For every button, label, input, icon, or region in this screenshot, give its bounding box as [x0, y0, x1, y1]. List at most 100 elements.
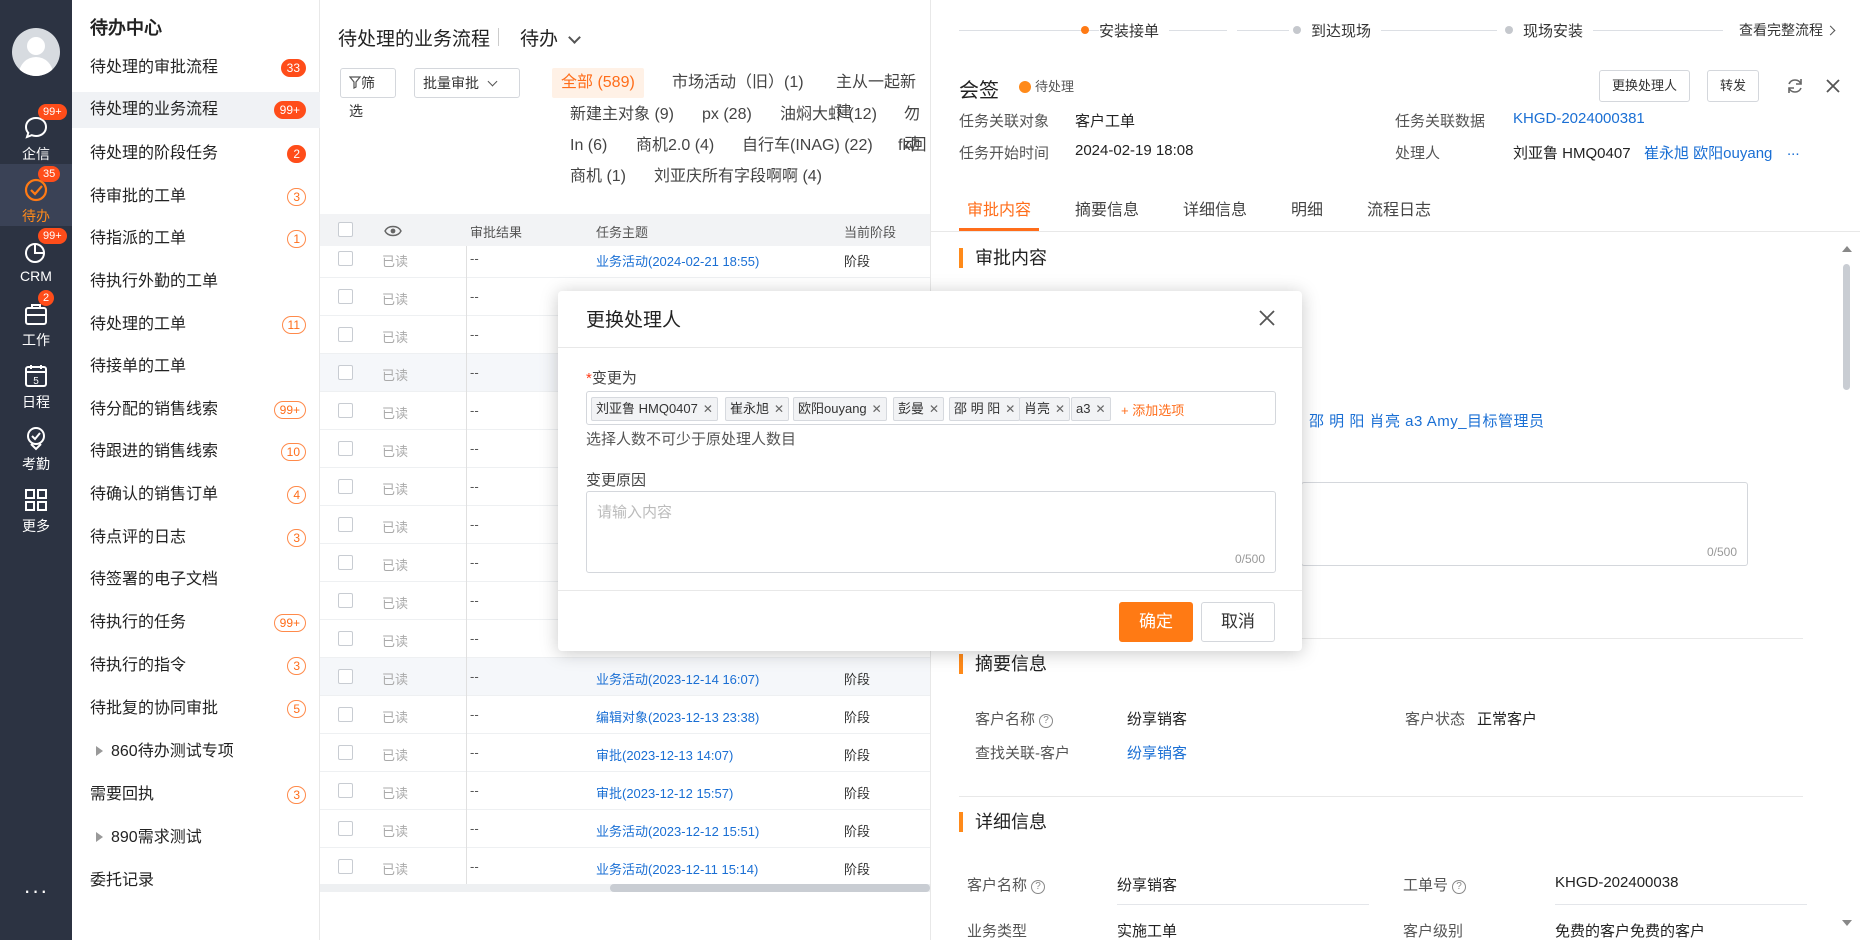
sidebar-item[interactable]: 待处理的审批流程 33	[72, 50, 320, 86]
row-checkbox[interactable]	[338, 821, 353, 836]
row-checkbox[interactable]	[338, 859, 353, 874]
refresh-icon[interactable]	[1785, 76, 1805, 96]
row-checkbox[interactable]	[338, 517, 353, 532]
sidebar-item[interactable]: 委托记录	[72, 863, 320, 899]
sidebar-item[interactable]: 待接单的工单	[72, 349, 320, 385]
sidebar-item[interactable]: 待处理的工单 11	[72, 307, 320, 343]
add-option-button[interactable]: + 添加选项	[1121, 400, 1184, 419]
remove-tag-icon[interactable]: ✕	[1055, 402, 1065, 416]
sidebar-item[interactable]: 待跟进的销售线索 10	[72, 434, 320, 470]
column-header[interactable]: 当前阶段	[844, 222, 896, 241]
sidebar-item[interactable]: 需要回执 3	[72, 777, 320, 813]
row-checkbox[interactable]	[338, 783, 353, 798]
row-checkbox[interactable]	[338, 631, 353, 646]
change-handler-button[interactable]: 更换处理人	[1599, 70, 1691, 102]
help-icon[interactable]: ?	[1452, 880, 1467, 894]
table-row[interactable]: 已读 -- 审批(2023-12-12 15:57) 阶段	[320, 772, 930, 810]
filter-chip[interactable]: 刘亚庆所有字段啊啊 (4)	[654, 162, 822, 192]
view-full-flow-link[interactable]: 查看完整流程	[1739, 20, 1836, 40]
row-checkbox[interactable]	[338, 327, 353, 342]
sidebar-item[interactable]: 待分配的销售线索 99+	[72, 392, 320, 428]
task-subject-link[interactable]: 业务活动(2023-12-11 15:14)	[596, 859, 758, 878]
filter-chip[interactable]: 商机2.0 (4)	[636, 131, 714, 161]
sidebar-item[interactable]: 待指派的工单 1	[72, 221, 320, 257]
row-checkbox[interactable]	[338, 745, 353, 760]
sidebar-item[interactable]: 待批复的协同审批 5	[72, 691, 320, 727]
horizontal-scrollbar[interactable]	[320, 884, 930, 892]
filter-button[interactable]: 筛选	[340, 68, 396, 119]
row-checkbox[interactable]	[338, 403, 353, 418]
nav-item-attendance[interactable]: 考勤	[0, 412, 72, 474]
step-label[interactable]: 现场安装	[1523, 20, 1583, 41]
task-subject-link[interactable]: 审批(2023-12-12 15:57)	[596, 783, 733, 802]
handler-more[interactable]: ...	[1787, 142, 1800, 159]
filter-chip[interactable]: fk回	[898, 131, 926, 161]
nav-item-chat[interactable]: 企信 99+	[0, 102, 72, 164]
sidebar-item[interactable]: 待执行外勤的工单	[72, 264, 320, 300]
task-subject-link[interactable]: 编辑对象(2023-12-13 23:38)	[596, 707, 759, 726]
cancel-button[interactable]: 取消	[1201, 602, 1275, 642]
scroll-down-arrow-icon[interactable]	[1842, 920, 1852, 926]
remove-tag-icon[interactable]: ✕	[1005, 402, 1015, 416]
column-header[interactable]: 任务主题	[596, 222, 648, 241]
close-icon[interactable]	[1256, 307, 1278, 329]
approval-comment-field[interactable]: 0/500	[1301, 482, 1748, 566]
nav-item-work[interactable]: 工作 2	[0, 288, 72, 350]
filter-chip[interactable]: 新建主对象 (9)	[570, 100, 674, 130]
step-label[interactable]: 安装接单	[1099, 20, 1159, 41]
sidebar-item[interactable]: 待处理的阶段任务 2	[72, 136, 320, 172]
step-label[interactable]: 到达现场	[1311, 20, 1371, 41]
tab-approval[interactable]: 审批内容	[967, 196, 1031, 220]
help-icon[interactable]: ?	[1039, 714, 1054, 728]
sidebar-item[interactable]: 待执行的指令 3	[72, 648, 320, 684]
row-checkbox[interactable]	[338, 669, 353, 684]
remove-tag-icon[interactable]: ✕	[774, 402, 784, 416]
table-row[interactable]: 已读 -- 业务活动(2023-12-14 16:07) 阶段	[320, 658, 930, 696]
handler-select[interactable]: 刘亚鲁 HMQ0407 ✕ 崔永旭 ✕ 欧阳ouyang ✕ 彭曼 ✕ 邵 明 阳 ✕ 肖…	[586, 391, 1276, 425]
sidebar-item[interactable]: 待点评的日志 3	[72, 520, 320, 556]
filter-chip[interactable]: 自行车(INAG) (22)	[742, 131, 873, 161]
filter-chip[interactable]: 商机 (1)	[570, 162, 626, 192]
remove-tag-icon[interactable]: ✕	[1095, 402, 1105, 416]
user-avatar[interactable]	[12, 28, 60, 76]
sidebar-group-890[interactable]: 890需求测试	[72, 820, 320, 856]
sidebar-item[interactable]: 待确认的销售订单 4	[72, 477, 320, 513]
table-row[interactable]: 已读 -- 编辑对象(2023-12-13 23:38) 阶段	[320, 696, 930, 734]
filter-chip[interactable]: In (6)	[570, 131, 607, 161]
table-row[interactable]: 已读 -- 审批(2023-12-13 14:07) 阶段	[320, 734, 930, 772]
remove-tag-icon[interactable]: ✕	[872, 402, 882, 416]
sidebar-item[interactable]: 待审批的工单 3	[72, 179, 320, 215]
mode-dropdown[interactable]: 待办	[520, 24, 581, 51]
filter-chip[interactable]: 市场活动（旧）(1)	[672, 68, 804, 98]
scroll-up-arrow-icon[interactable]	[1842, 246, 1852, 252]
row-checkbox[interactable]	[338, 479, 353, 494]
nav-item-calendar[interactable]: 5 日程	[0, 350, 72, 412]
column-header[interactable]: 审批结果	[470, 222, 522, 241]
table-row[interactable]: 已读 -- 业务活动(2024-02-21 18:55) 阶段	[320, 240, 930, 278]
tab-items[interactable]: 明细	[1291, 196, 1323, 220]
nav-item-more[interactable]: 更多	[0, 474, 72, 536]
row-checkbox[interactable]	[338, 707, 353, 722]
tab-flow-log[interactable]: 流程日志	[1367, 196, 1431, 220]
row-checkbox[interactable]	[338, 365, 353, 380]
task-subject-link[interactable]: 业务活动(2023-12-14 16:07)	[596, 669, 759, 688]
handler-links[interactable]: 崔永旭 欧阳ouyang	[1644, 142, 1772, 163]
nav-item-todo[interactable]: 待办 35	[0, 164, 72, 226]
nav-item-crm[interactable]: CRM 99+	[0, 226, 72, 288]
task-subject-link[interactable]: 审批(2023-12-13 14:07)	[596, 745, 733, 764]
help-icon[interactable]: ?	[1031, 880, 1046, 894]
scroll-thumb[interactable]	[1843, 264, 1850, 390]
vertical-scrollbar[interactable]	[1839, 240, 1853, 940]
sidebar-group-860[interactable]: 860待办测试专项	[72, 734, 320, 770]
row-checkbox[interactable]	[338, 555, 353, 570]
filter-chip[interactable]: px (28)	[702, 100, 752, 130]
remove-tag-icon[interactable]: ✕	[703, 402, 713, 416]
select-all-checkbox[interactable]	[338, 222, 353, 237]
scroll-thumb[interactable]	[610, 884, 930, 892]
sidebar-item[interactable]: 待签署的电子文档	[72, 562, 320, 598]
confirm-button[interactable]: 确定	[1119, 602, 1193, 642]
task-subject-link[interactable]: 业务活动(2023-12-12 15:51)	[596, 821, 759, 840]
row-checkbox[interactable]	[338, 441, 353, 456]
table-row[interactable]: 已读 -- 业务活动(2023-12-11 15:14) 阶段	[320, 848, 930, 886]
tab-details[interactable]: 详细信息	[1183, 196, 1247, 220]
